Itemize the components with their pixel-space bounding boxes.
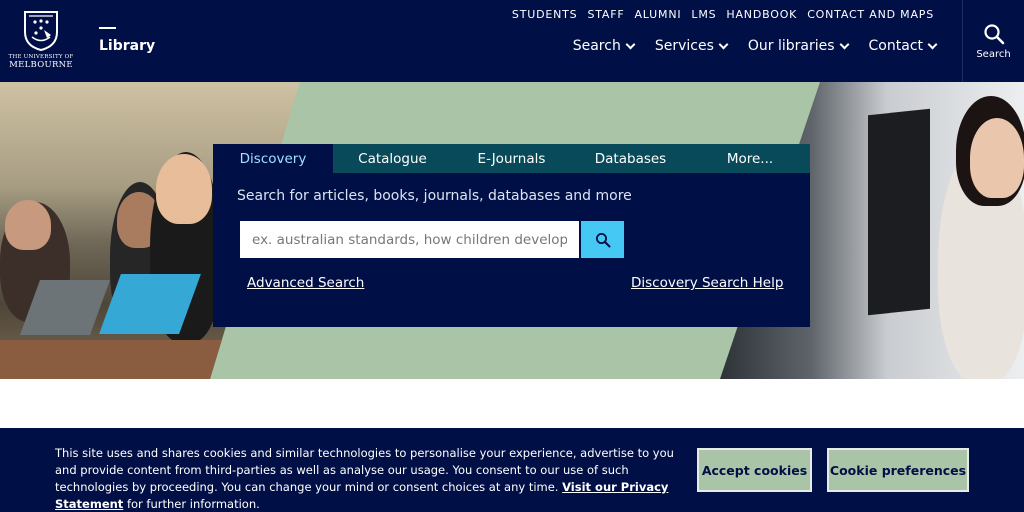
top-link-handbook[interactable]: HANDBOOK [726, 8, 797, 21]
search-icon [595, 232, 610, 247]
header-search-label: Search [976, 48, 1011, 60]
university-crest-icon [24, 11, 58, 52]
top-link-alumni[interactable]: ALUMNI [634, 8, 681, 21]
main-nav: Search Services Our libraries Contact [572, 38, 938, 54]
top-link-staff[interactable]: STAFF [587, 8, 624, 21]
cookie-message: This site uses and shares cookies and si… [55, 445, 680, 512]
search-panel: Discovery Catalogue E-Journals Databases… [213, 144, 810, 327]
top-link-contact-maps[interactable]: CONTACT AND MAPS [807, 8, 934, 21]
nav-libraries-label: Our libraries [747, 38, 835, 54]
top-link-students[interactable]: STUDENTS [512, 8, 578, 21]
tab-databases[interactable]: Databases [571, 144, 690, 173]
chevron-down-icon [625, 39, 636, 49]
discovery-search-input[interactable] [240, 221, 579, 258]
chevron-down-icon [927, 39, 938, 49]
cookie-message-end: for further information. [126, 497, 260, 511]
chevron-down-icon [839, 39, 849, 49]
nav-services-label: Services [654, 38, 714, 54]
tab-catalogue[interactable]: Catalogue [333, 144, 452, 173]
tab-e-journals[interactable]: E-Journals [452, 144, 571, 173]
nav-item-search[interactable]: Search [572, 38, 636, 54]
desk-graphic [0, 340, 240, 379]
student-figure [5, 200, 51, 250]
tab-more[interactable]: More... [690, 144, 810, 173]
chevron-down-icon [718, 39, 729, 49]
cookie-preferences-button[interactable]: Cookie preferences [827, 448, 969, 492]
top-link-lms[interactable]: LMS [691, 8, 716, 21]
site-title[interactable]: Library [99, 38, 155, 54]
nav-item-our-libraries[interactable]: Our libraries [747, 38, 849, 54]
nav-search-label: Search [572, 38, 621, 54]
search-description: Search for articles, books, journals, da… [237, 188, 632, 204]
nav-item-services[interactable]: Services [654, 38, 729, 54]
title-dash [99, 27, 116, 29]
university-logo[interactable]: THE UNIVERSITY OF MELBOURNE [8, 8, 74, 76]
advanced-search-link[interactable]: Advanced Search [247, 275, 364, 291]
nav-item-contact[interactable]: Contact [868, 38, 938, 54]
tab-discovery[interactable]: Discovery [213, 144, 333, 173]
search-tabs: Discovery Catalogue E-Journals Databases… [213, 144, 810, 173]
utility-links: STUDENTS STAFF ALUMNI LMS HANDBOOK CONTA… [512, 8, 934, 21]
header-search-button[interactable]: Search [962, 0, 1024, 82]
student-figure [970, 118, 1024, 198]
monitor-graphic [868, 108, 930, 316]
student-figure [156, 154, 212, 224]
cookie-banner: This site uses and shares cookies and si… [0, 428, 1024, 512]
site-header: THE UNIVERSITY OF MELBOURNE Library STUD… [0, 0, 1024, 82]
accept-cookies-button[interactable]: Accept cookies [697, 448, 812, 492]
search-icon [983, 23, 1004, 44]
nav-contact-label: Contact [868, 38, 923, 54]
discovery-search-button[interactable] [581, 221, 624, 258]
discovery-help-link[interactable]: Discovery Search Help [631, 275, 783, 291]
logo-line-2: MELBOURNE [9, 60, 73, 70]
